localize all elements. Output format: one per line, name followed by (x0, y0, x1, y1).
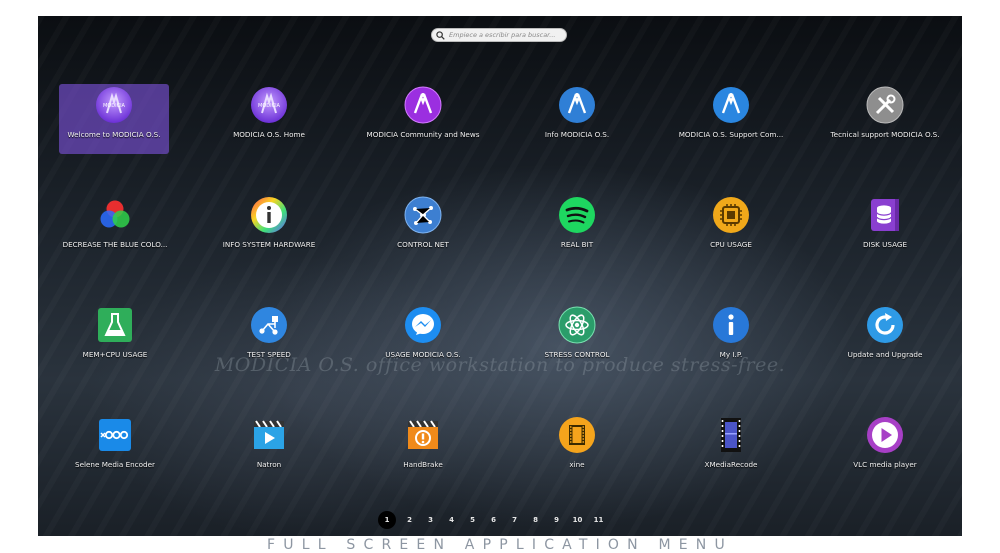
app-launcher-item[interactable]: VLC media player (808, 414, 962, 484)
app-launcher-item[interactable]: Tecnical support MODICIA O.S. (808, 84, 962, 154)
app-label: REAL BIT (560, 240, 594, 249)
app-launcher-item[interactable]: MODICIA O.S. Support Com... (654, 84, 808, 154)
app-launcher-item[interactable]: MODICIA Community and News (346, 84, 500, 154)
app-launcher-item[interactable]: REAL BIT (500, 194, 654, 264)
page-dot-2[interactable]: 2 (399, 516, 420, 524)
app-label: Selene Media Encoder (75, 460, 155, 469)
app-launcher-item[interactable]: xine (500, 414, 654, 484)
handbrake-clapper-icon (408, 420, 438, 449)
app-launcher-item[interactable]: HandBrake (346, 414, 500, 484)
app-launcher-item[interactable]: CPU USAGE (654, 194, 808, 264)
app-label: DISK USAGE (862, 240, 908, 249)
tools-icon (866, 86, 904, 124)
app-label: MODICIA Community and News (366, 130, 480, 139)
app-label: TEST SPEED (247, 350, 291, 359)
spotify-wave-icon (559, 197, 595, 233)
natron-clapper-icon (254, 420, 284, 449)
svg-text:MODICIA: MODICIA (103, 103, 126, 109)
app-label: Welcome to MODICIA O.S. (67, 130, 161, 139)
app-launcher-item[interactable]: USAGE MODICIA O.S. (346, 304, 500, 374)
app-launcher-item[interactable]: INFO SYSTEM HARDWARE (192, 194, 346, 264)
app-launcher-item[interactable]: MODICIA MODICIA O.S. Home (192, 84, 346, 154)
app-label: STRESS CONTROL (544, 350, 610, 359)
app-label: HandBrake (403, 460, 443, 469)
app-label: INFO SYSTEM HARDWARE (222, 240, 316, 249)
atom-icon (558, 306, 596, 344)
svg-text:MODICIA: MODICIA (258, 103, 281, 109)
modicia-info-icon (559, 87, 595, 123)
network-icon (404, 196, 442, 234)
disk-database-icon (871, 199, 899, 231)
search-icon (436, 30, 445, 40)
film-reel-icon (559, 417, 595, 453)
app-label: VLC media player (853, 460, 917, 469)
app-label: Tecnical support MODICIA O.S. (830, 130, 940, 139)
info-rainbow-icon (251, 197, 287, 233)
app-launcher-item[interactable]: Natron (192, 414, 346, 484)
page-dot-7[interactable]: 7 (504, 516, 525, 524)
modicia-logo-icon: MODICIA (251, 87, 287, 123)
app-label: xine (569, 460, 585, 469)
app-label: XMediaRecode (704, 460, 758, 469)
page-dot-1[interactable]: 1 (378, 511, 396, 529)
page-dot-4[interactable]: 4 (441, 516, 462, 524)
app-label: USAGE MODICIA O.S. (385, 350, 461, 359)
speed-network-icon (251, 307, 287, 343)
app-launcher-item[interactable]: DECREASE THE BLUE COLO... (38, 194, 192, 264)
app-launcher-item[interactable]: Info MODICIA O.S. (500, 84, 654, 154)
page-dot-9[interactable]: 9 (546, 516, 567, 524)
page-dot-8[interactable]: 8 (525, 516, 546, 524)
page-dot-3[interactable]: 3 (420, 516, 441, 524)
app-launcher-item[interactable]: STRESS CONTROL (500, 304, 654, 374)
app-label: DECREASE THE BLUE COLO... (62, 240, 168, 249)
selene-icon (99, 419, 131, 451)
film-strip-icon (721, 418, 741, 452)
messenger-bolt-icon (405, 307, 441, 343)
app-launcher-item[interactable]: XMediaRecode (654, 414, 808, 484)
page-dot-10[interactable]: 10 (567, 516, 588, 524)
app-launcher-item[interactable]: My I.P. (654, 304, 808, 374)
app-label: Update and Upgrade (847, 350, 923, 359)
play-button-icon (867, 417, 903, 453)
page-dot-6[interactable]: 6 (483, 516, 504, 524)
info-icon (713, 307, 749, 343)
page-indicator: 1 2 3 4 5 6 7 8 9 10 11 (378, 511, 609, 529)
app-label: MEM+CPU USAGE (82, 350, 148, 359)
search-box[interactable] (431, 28, 567, 42)
app-label: MODICIA O.S. Support Com... (678, 130, 784, 139)
page-dot-11[interactable]: 11 (588, 516, 609, 524)
search-input[interactable] (445, 29, 566, 41)
page-dot-5[interactable]: 5 (462, 516, 483, 524)
modicia-logo-icon: MODICIA (96, 87, 132, 123)
app-launcher-item[interactable]: Selene Media Encoder (38, 414, 192, 484)
app-launcher-item[interactable]: CONTROL NET (346, 194, 500, 264)
modicia-community-icon (404, 86, 442, 124)
refresh-icon (867, 307, 903, 343)
app-label: Natron (256, 460, 282, 469)
rgb-circles-icon (100, 200, 130, 228)
app-launcher-item[interactable]: TEST SPEED (192, 304, 346, 374)
page-caption: FULL SCREEN APPLICATION MENU (267, 537, 733, 553)
app-label: CPU USAGE (710, 240, 752, 249)
app-launcher-item[interactable]: Update and Upgrade (808, 304, 962, 374)
app-launcher-item[interactable]: MODICIA Welcome to MODICIA O.S. (59, 84, 169, 154)
cpu-icon (713, 197, 749, 233)
app-label: Info MODICIA O.S. (544, 130, 610, 139)
modicia-support-icon (713, 87, 749, 123)
app-label: CONTROL NET (397, 240, 449, 249)
app-label: My I.P. (719, 350, 743, 359)
app-launcher-item[interactable]: DISK USAGE (808, 194, 962, 264)
flask-icon (98, 308, 132, 342)
app-launcher-item[interactable]: MEM+CPU USAGE (38, 304, 192, 374)
fullscreen-app-menu: MODICIA O.S. office workstation to produ… (38, 16, 962, 536)
app-label: MODICIA O.S. Home (233, 130, 305, 139)
